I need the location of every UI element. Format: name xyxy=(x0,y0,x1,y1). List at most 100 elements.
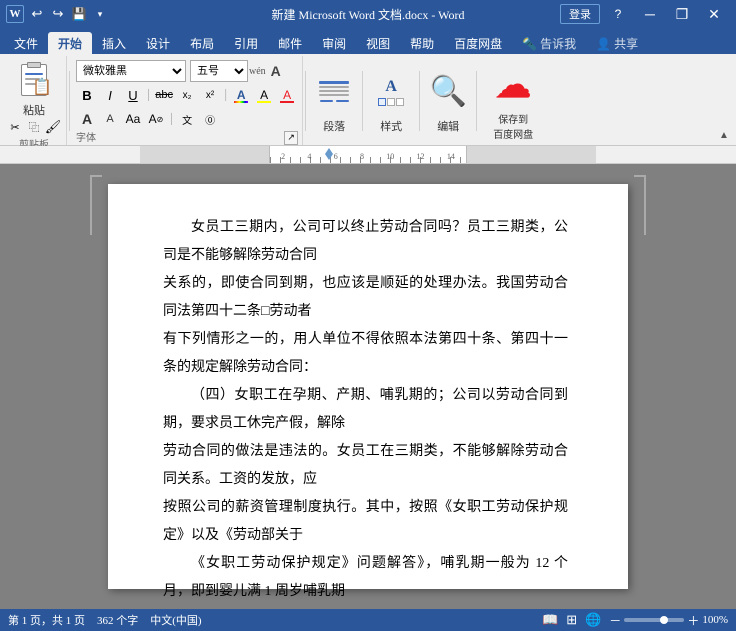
styles-label: 样式 xyxy=(380,118,402,134)
baidu-cloud-icon: ☁ xyxy=(491,63,535,107)
superscript-button[interactable]: x² xyxy=(199,85,221,105)
font-size-big-btn[interactable]: A xyxy=(267,61,285,81)
tab-view[interactable]: 视图 xyxy=(356,32,400,54)
view-web-button[interactable]: 🌐 xyxy=(585,612,601,628)
title-bar-left: W ↩ ↪ 💾 ▾ xyxy=(6,5,109,23)
text-effect-button[interactable]: A xyxy=(230,84,252,106)
doc-para-5: 劳动合同的做法是违法的。女员工在三期类，不能够解除劳动合同关系。工资的发放，应 xyxy=(163,438,568,494)
sep1 xyxy=(69,71,70,131)
tab-home[interactable]: 开始 xyxy=(48,32,92,54)
status-left: 第 1 页，共 1 页 362 个字 中文(中国) xyxy=(8,612,202,628)
sep-icon: │ xyxy=(145,90,152,101)
change-case-button[interactable]: Aa xyxy=(122,109,144,129)
paste-icon: 📋 xyxy=(16,60,52,100)
tab-layout[interactable]: 布局 xyxy=(180,32,224,54)
tab-file[interactable]: 文件 xyxy=(4,32,48,54)
zoom-slider[interactable] xyxy=(624,618,684,622)
increase-font-button[interactable]: A xyxy=(76,109,98,129)
decrease-font-button[interactable]: A xyxy=(99,109,121,129)
highlight-button[interactable]: A xyxy=(253,84,275,106)
font-color-button[interactable]: A xyxy=(276,84,298,106)
font-dialog-button[interactable]: ↗ xyxy=(284,131,298,145)
ribbon-tabs: 文件 开始 插入 设计 布局 引用 邮件 审阅 视图 帮助 百度网盘 🔦 告诉我… xyxy=(0,28,736,54)
title-bar: W ↩ ↪ 💾 ▾ 新建 Microsoft Word 文档.docx - Wo… xyxy=(0,0,736,28)
styles-button[interactable]: A 样式 xyxy=(365,56,417,145)
ruler-left-margin xyxy=(140,146,270,163)
save-quick-button[interactable]: 💾 xyxy=(70,5,88,23)
sep2 xyxy=(305,71,306,131)
tab-tellme[interactable]: 🔦 告诉我 xyxy=(512,32,586,54)
subscript-button[interactable]: x₂ xyxy=(176,85,198,105)
qa-dropdown-button[interactable]: ▾ xyxy=(91,5,109,23)
sep4 xyxy=(419,71,420,131)
clipboard-content: 📋 粘贴 ✂ ⿻ 🖌 xyxy=(6,58,62,136)
tab-design[interactable]: 设计 xyxy=(136,32,180,54)
font-name-select[interactable]: 微软雅黑 xyxy=(76,60,186,82)
view-read-button[interactable]: 📖 xyxy=(542,612,558,628)
styles-icon: A xyxy=(371,68,411,116)
doc-para-2: 关系的，即使合同到期，也应该是顺延的处理办法。我国劳动合同法第四十二条□劳动者 xyxy=(163,270,568,326)
copy-button[interactable]: ⿻ xyxy=(25,118,43,136)
font-row3: A A Aa A⊘ │ 文 ⓪ xyxy=(76,109,221,129)
cut-button[interactable]: ✂ xyxy=(6,118,24,136)
tab-insert[interactable]: 插入 xyxy=(92,32,136,54)
status-bar: 第 1 页，共 1 页 362 个字 中文(中国) 📖 ⊞ 🌐 － ＋ 100% xyxy=(0,609,736,631)
zoom-in-button[interactable]: ＋ xyxy=(687,612,699,629)
status-right: 📖 ⊞ 🌐 － ＋ 100% xyxy=(542,612,728,629)
paragraph-label: 段落 xyxy=(323,118,345,134)
paste-button[interactable]: 📋 粘贴 xyxy=(8,60,60,118)
ribbon-collapse-button[interactable]: ▲ xyxy=(716,127,732,143)
paragraph-button[interactable]: 段落 xyxy=(308,56,360,145)
restore-button[interactable]: ❐ xyxy=(666,0,698,28)
tab-help[interactable]: 帮助 xyxy=(400,32,444,54)
editing-button[interactable]: 🔍 编辑 xyxy=(422,56,474,145)
editing-icon: 🔍 xyxy=(428,68,468,116)
close-button[interactable]: ✕ xyxy=(698,0,730,28)
save-baidu-button[interactable]: ☁ 保存到百度网盘 xyxy=(479,56,547,145)
wen-icon: wén xyxy=(249,66,266,77)
baidu-save-icon: ☁ xyxy=(491,61,535,109)
undo-button[interactable]: ↩ xyxy=(28,5,46,23)
view-layout-button[interactable]: ⊞ xyxy=(566,612,577,628)
zoom-out-button[interactable]: － xyxy=(609,612,621,629)
window-title: 新建 Microsoft Word 文档.docx - Word xyxy=(272,6,465,23)
underline-button[interactable]: U xyxy=(122,85,144,105)
word-count: 362 个字 xyxy=(97,612,138,628)
page-bracket-left-top xyxy=(90,175,102,235)
italic-button[interactable]: I xyxy=(99,85,121,105)
tab-review[interactable]: 审阅 xyxy=(312,32,356,54)
tab-baidu[interactable]: 百度网盘 xyxy=(444,32,512,54)
minimize-button[interactable]: ─ xyxy=(634,0,666,28)
redo-button[interactable]: ↪ xyxy=(49,5,67,23)
doc-para-1: 女员工三期内，公司可以终止劳动合同吗？员工三期类，公司是不能够解除劳动合同 xyxy=(163,214,568,270)
doc-para-4: （四）女职工在孕期、产期、哺乳期的；公司以劳动合同到期，要求员工休完产假，解除 xyxy=(163,382,568,438)
help-icon-btn[interactable]: ? xyxy=(602,0,634,28)
bold-button[interactable]: B xyxy=(76,85,98,105)
tab-references[interactable]: 引用 xyxy=(224,32,268,54)
zoom-bar: － ＋ 100% xyxy=(609,612,728,629)
font-group: 微软雅黑 五号 wén A B I U │ abc x₂ x² xyxy=(72,56,303,145)
paste-label: 粘贴 xyxy=(23,102,45,118)
window-controls: ? ─ ❐ ✕ xyxy=(602,0,730,28)
clear-format-button[interactable]: A⊘ xyxy=(145,109,167,129)
quick-access-toolbar: ↩ ↪ 💾 ▾ xyxy=(28,5,109,23)
phonetic-button[interactable]: 文 xyxy=(176,109,198,129)
login-button[interactable]: 登录 xyxy=(560,4,600,24)
title-bar-right: 登录 ? ─ ❐ ✕ xyxy=(560,0,730,28)
tab-share[interactable]: 👤 共享 xyxy=(586,32,648,54)
font-row2: B I U │ abc x₂ x² │ A A A xyxy=(76,84,298,106)
sep-icon2: │ xyxy=(222,90,229,101)
tab-mailings[interactable]: 邮件 xyxy=(268,32,312,54)
document-content[interactable]: 女员工三期内，公司可以终止劳动合同吗？员工三期类，公司是不能够解除劳动合同 关系… xyxy=(163,214,568,609)
font-size-select[interactable]: 五号 xyxy=(190,60,248,82)
word-app-icon: W xyxy=(6,5,24,23)
sep-icon3: │ xyxy=(168,114,175,125)
sep5 xyxy=(476,71,477,131)
language: 中文(中国) xyxy=(150,612,201,628)
enclosed-char-button[interactable]: ⓪ xyxy=(199,109,221,129)
strikethrough-button[interactable]: abc xyxy=(153,85,175,105)
format-painter-button[interactable]: 🖌 xyxy=(44,118,62,136)
doc-para-8: 即结束。《劳动法》第四十二条规定：女职工在哺乳期，用人单位不得依照该法第四十 xyxy=(163,606,568,609)
document-page: 女员工三期内，公司可以终止劳动合同吗？员工三期类，公司是不能够解除劳动合同 关系… xyxy=(108,184,628,589)
doc-para-7: 《女职工劳动保护规定》问题解答》，哺乳期一般为 12 个月，即到婴儿满 1 周岁… xyxy=(163,550,568,606)
